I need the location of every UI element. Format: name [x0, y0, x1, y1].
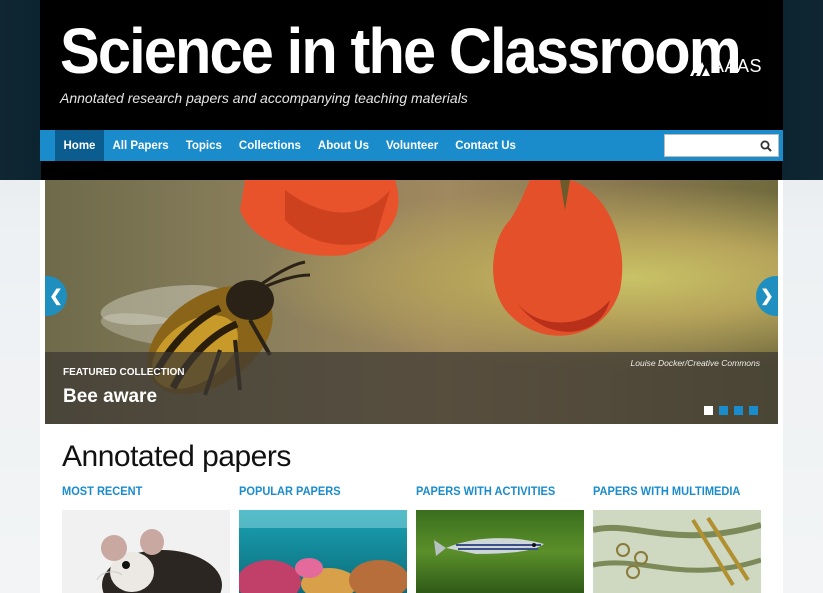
site-header: Science in the Classroom Annotated resea… [40, 0, 783, 130]
slider-caption: Louise Docker/Creative Commons FEATURED … [45, 352, 778, 424]
thumbnail-coral-reef[interactable] [239, 510, 407, 593]
thumbnail-micrograph[interactable] [593, 510, 761, 593]
image-credit: Louise Docker/Creative Commons [630, 358, 760, 368]
slider-dot-3[interactable] [734, 406, 743, 415]
nav-topics[interactable]: Topics [177, 130, 230, 161]
aaas-logo[interactable]: AAAS [690, 56, 762, 77]
nav-volunteer[interactable]: Volunteer [378, 130, 447, 161]
featured-label: FEATURED COLLECTION [63, 367, 185, 378]
nav-about-us[interactable]: About Us [309, 130, 377, 161]
aaas-logo-text: AAAS [712, 56, 763, 76]
main-nav: Home All Papers Topics Collections About… [40, 130, 783, 161]
nav-home[interactable]: Home [55, 130, 104, 161]
category-papers-with-activities[interactable]: PAPERS WITH ACTIVITIES [416, 484, 555, 498]
featured-slider: ❮ ❯ Louise Docker/Creative Commons FEATU… [45, 180, 778, 424]
slider-dot-1[interactable] [704, 406, 713, 415]
nav-contact-us[interactable]: Contact Us [447, 130, 525, 161]
aaas-logo-icon [690, 57, 710, 76]
nav-all-papers[interactable]: All Papers [104, 130, 177, 161]
slider-dot-4[interactable] [749, 406, 758, 415]
nav-collections[interactable]: Collections [230, 130, 309, 161]
site-subtitle: Annotated research papers and accompanyi… [60, 90, 468, 106]
search-input[interactable] [669, 136, 759, 156]
main-content: ❮ ❯ Louise Docker/Creative Commons FEATU… [40, 180, 783, 593]
slider-dot-2[interactable] [719, 406, 728, 415]
thumbnail-zebrafish[interactable] [416, 510, 584, 593]
featured-title[interactable]: Bee aware [63, 386, 157, 408]
site-title[interactable]: Science in the Classroom [60, 12, 742, 90]
section-title: Annotated papers [62, 440, 291, 473]
thumbnail-rat[interactable] [62, 510, 230, 593]
category-papers-with-multimedia[interactable]: PAPERS WITH MULTIMEDIA [593, 484, 740, 498]
category-popular-papers[interactable]: POPULAR PAPERS [239, 484, 341, 498]
category-most-recent[interactable]: MOST RECENT [62, 484, 142, 498]
search-icon[interactable] [760, 140, 772, 152]
search-box [664, 134, 779, 157]
slider-dots [704, 406, 758, 415]
